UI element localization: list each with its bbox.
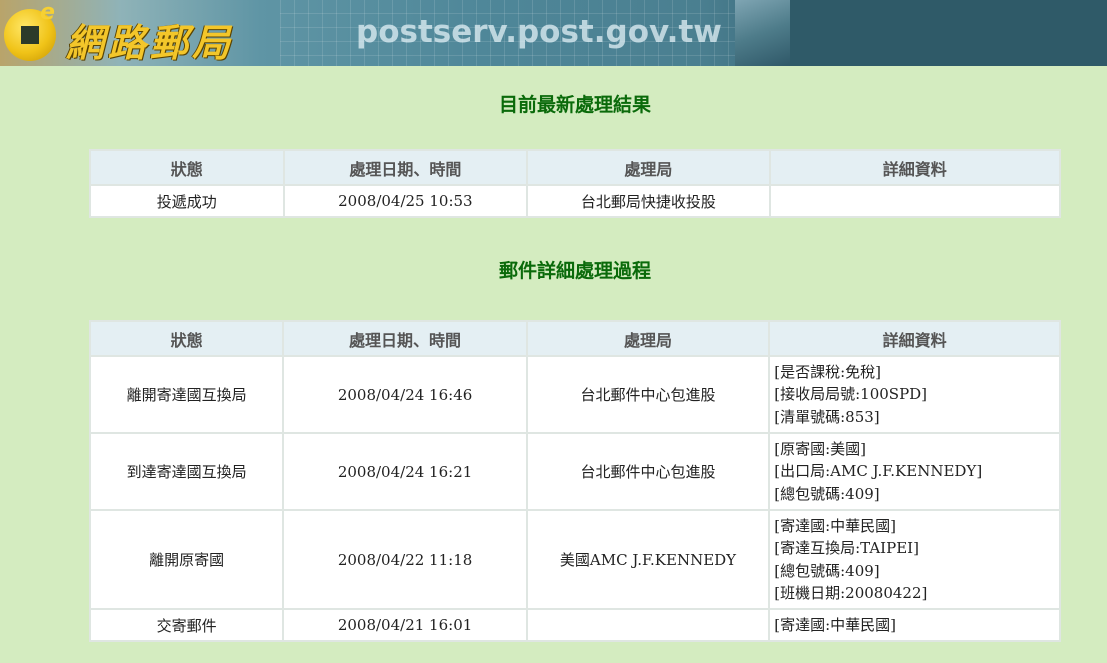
history-title: 郵件詳細處理過程 [498, 260, 651, 282]
latest-result-title: 目前最新處理結果 [498, 94, 651, 116]
table-row: 離開原寄國 2008/04/22 11:18 美國AMC J.F.KENNEDY… [88, 509, 1061, 610]
coin-hole [21, 26, 39, 44]
cell-status: 離開寄達國互換局 [88, 355, 285, 434]
detail-line: [班機日期:20080422] [774, 584, 928, 602]
site-logo-text: 網路郵局 [66, 20, 235, 65]
cell-office: 台北郵局快捷收投股 [526, 184, 771, 218]
cell-datetime: 2008/04/24 16:46 [282, 355, 528, 434]
banner-dark-panel [735, 0, 1107, 66]
cell-office: 台北郵件中心包進股 [525, 355, 771, 434]
column-header-details: 詳細資料 [768, 320, 1061, 357]
table-header-row: 狀態 處理日期、時間 處理局 詳細資料 [88, 320, 1061, 357]
table-row: 到達寄達國互換局 2008/04/24 16:21 台北郵件中心包進股 [原寄國… [88, 432, 1061, 511]
cell-office [525, 608, 771, 642]
column-header-datetime: 處理日期、時間 [282, 149, 529, 186]
site-banner: e 網路郵局 postserv.post.gov.tw [0, 0, 1107, 66]
cell-status: 離開原寄國 [88, 509, 285, 610]
cell-office: 台北郵件中心包進股 [525, 432, 771, 511]
table-header-row: 狀態 處理日期、時間 處理局 詳細資料 [89, 149, 1062, 186]
cell-details [768, 184, 1062, 218]
cell-status: 投遞成功 [89, 184, 285, 218]
cell-details: [寄達國:中華民國] [768, 608, 1061, 642]
latest-result-table: 狀態 處理日期、時間 處理局 詳細資料 投遞成功 2008/04/25 10:5… [89, 149, 1062, 218]
detail-line: [總包號碼:409] [774, 484, 880, 503]
detail-line: [清單號碼:853] [774, 407, 880, 426]
column-header-datetime: 處理日期、時間 [282, 320, 528, 357]
detail-line: [寄達國:中華民國] [774, 516, 897, 535]
detail-line: [原寄國:美國] [774, 439, 867, 458]
table-row: 離開寄達國互換局 2008/04/24 16:46 台北郵件中心包進股 [是否課… [88, 355, 1061, 434]
detail-line: [總包號碼:409] [774, 561, 880, 580]
banner-corner-decoration [735, 0, 790, 66]
column-header-status: 狀態 [89, 149, 285, 186]
detail-line: [是否課稅:免稅] [774, 362, 882, 381]
table-row: 投遞成功 2008/04/25 10:53 台北郵局快捷收投股 [89, 184, 1062, 218]
cell-datetime: 2008/04/25 10:53 [282, 184, 529, 218]
cell-details: [是否課稅:免稅] [接收局局號:100SPD] [清單號碼:853] [768, 355, 1061, 434]
history-table: 狀態 處理日期、時間 處理局 詳細資料 離開寄達國互換局 2008/04/24 … [88, 320, 1061, 642]
cell-details: [原寄國:美國] [出口局:AMC J.F.KENNEDY] [總包號碼:409… [768, 432, 1061, 511]
column-header-office: 處理局 [525, 320, 771, 357]
detail-line: [寄達互換局:TAIPEI] [774, 539, 919, 557]
banner-url: postserv.post.gov.tw [356, 14, 722, 50]
column-header-details: 詳細資料 [768, 149, 1062, 186]
cell-datetime: 2008/04/22 11:18 [282, 509, 528, 610]
logo-e-mark: e [40, 0, 55, 25]
cell-status: 交寄郵件 [88, 608, 285, 642]
cell-datetime: 2008/04/21 16:01 [282, 608, 528, 642]
cell-status: 到達寄達國互換局 [88, 432, 285, 511]
column-header-status: 狀態 [88, 320, 285, 357]
table-row: 交寄郵件 2008/04/21 16:01 [寄達國:中華民國] [88, 608, 1061, 642]
cell-details: [寄達國:中華民國] [寄達互換局:TAIPEI] [總包號碼:409] [班機… [768, 509, 1061, 610]
detail-line: [接收局局號:100SPD] [774, 385, 928, 404]
cell-office: 美國AMC J.F.KENNEDY [525, 509, 771, 610]
cell-datetime: 2008/04/24 16:21 [282, 432, 528, 511]
detail-line: [寄達國:中華民國] [774, 615, 897, 634]
detail-line: [出口局:AMC J.F.KENNEDY] [774, 462, 983, 481]
column-header-office: 處理局 [526, 149, 771, 186]
